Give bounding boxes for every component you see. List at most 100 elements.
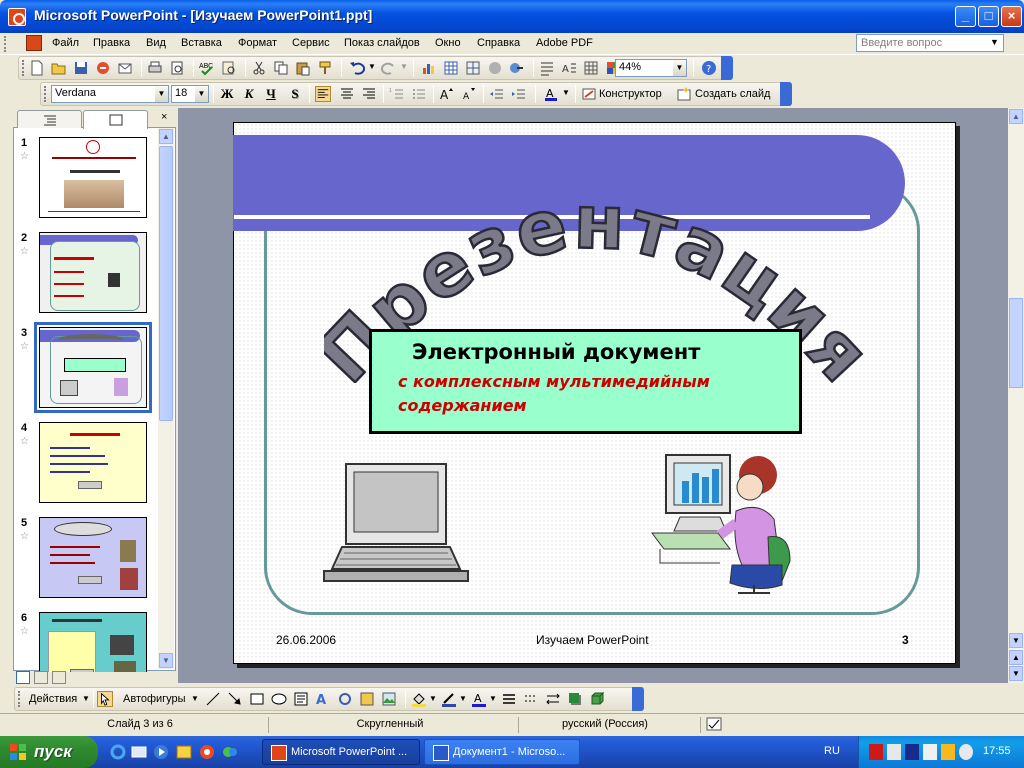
browser-icon[interactable] [199,744,215,760]
menu-insert[interactable]: Вставка [181,37,222,49]
print-preview-icon[interactable] [169,60,185,76]
email-icon[interactable] [117,60,133,76]
ie-icon[interactable] [110,744,126,760]
slide-thumbnail-4[interactable] [39,422,147,503]
draw-font-color-icon[interactable]: A [471,691,487,707]
menu-view[interactable]: Вид [146,37,166,49]
paste-icon[interactable] [295,60,311,76]
help-icon[interactable]: ? [701,60,717,76]
media-player-icon[interactable] [153,744,169,760]
increase-indent-icon[interactable] [511,86,527,102]
thumbnail-row[interactable]: 2 ☆ [13,232,158,327]
open-icon[interactable] [51,60,67,76]
align-right-icon[interactable] [361,86,377,102]
tab-outline[interactable] [17,110,82,128]
fill-color-icon[interactable] [411,691,427,707]
new-slide-button[interactable]: Создать слайд [695,88,770,100]
text-box[interactable]: Электронный документ с комплексным мульт… [369,329,802,434]
fill-dropdown-icon[interactable]: ▼ [429,694,437,703]
font-color2-dropdown-icon[interactable]: ▼ [489,694,497,703]
shadow-button[interactable]: S [285,85,305,103]
bullets-icon[interactable] [411,86,427,102]
redo-dropdown-icon[interactable]: ▼ [400,62,408,71]
desktop-icon[interactable] [131,744,147,760]
format-painter-icon[interactable] [317,60,333,76]
permission-icon[interactable] [95,60,111,76]
antivirus-icon[interactable] [869,744,883,760]
copy-icon[interactable] [273,60,289,76]
close-pane-icon[interactable]: × [161,111,167,123]
select-objects-icon[interactable] [97,691,113,707]
slide-thumbnail-6[interactable] [39,612,147,672]
font-dropdown-icon[interactable]: ▼ [155,86,168,102]
powerpoint-icon[interactable] [8,8,26,26]
tray-app-icon[interactable] [905,744,919,760]
new-slide-icon[interactable] [676,86,692,102]
font-combo[interactable]: Verdana ▼ [51,85,169,103]
toolbar-grip[interactable] [18,691,21,707]
menu-edit[interactable]: Правка [93,37,130,49]
hyperlink-icon[interactable] [509,60,525,76]
arrow-icon[interactable] [227,691,243,707]
thumbnail-row[interactable]: 6 ☆ [13,612,158,672]
zoom-dropdown-icon[interactable]: ▼ [673,60,686,76]
language-indicator[interactable]: RU [824,745,840,757]
line-color-dropdown-icon[interactable]: ▼ [459,694,467,703]
scroll-down-icon[interactable]: ▼ [159,653,173,668]
toolbar-grip[interactable] [22,60,25,76]
toolbar-options-icon[interactable] [721,56,733,80]
menu-adobe-pdf[interactable]: Adobe PDF [536,37,593,49]
menu-tools[interactable]: Сервис [292,37,330,49]
autoshapes-menu[interactable]: Автофигуры [123,693,186,705]
research-icon[interactable] [221,60,237,76]
decrease-indent-icon[interactable] [489,86,505,102]
oval-icon[interactable] [271,691,287,707]
line-color-icon[interactable] [441,691,457,707]
bold-button[interactable]: Ж [217,85,237,103]
textbox-icon[interactable] [293,691,309,707]
undo-icon[interactable] [349,60,365,76]
thumbnail-row[interactable]: 3 ☆ [13,322,158,422]
font-color-dropdown-icon[interactable]: ▼ [562,88,570,97]
font-color-icon[interactable]: A [543,86,559,102]
maximize-button[interactable]: □ [978,6,999,27]
underline-button[interactable]: Ч [261,85,281,103]
toolbar-options-icon[interactable] [632,687,644,711]
insert-table-icon[interactable] [443,60,459,76]
thumbnail-row[interactable]: 4 ☆ [13,422,158,517]
save-icon[interactable] [73,60,89,76]
undo-dropdown-icon[interactable]: ▼ [368,62,376,71]
slide-sorter-icon[interactable] [34,671,48,684]
insert-chart-icon[interactable] [421,60,437,76]
person-computer-clipart[interactable] [650,453,795,595]
slideshow-icon[interactable] [52,671,66,684]
numbering-icon[interactable]: 1 [389,86,405,102]
current-slide[interactable]: Презентация Электронный документ с компл… [233,122,956,664]
rectangle-icon[interactable] [249,691,265,707]
spelling-icon[interactable]: АВС [199,60,215,76]
decrease-font-icon[interactable]: A [461,86,477,102]
scroll-down-icon[interactable]: ▼ [1009,633,1023,648]
ask-question-input[interactable]: Введите вопрос [856,34,1004,52]
insert-picture-icon[interactable] [487,60,503,76]
expand-all-icon[interactable] [539,60,555,76]
minimize-button[interactable]: _ [955,6,976,27]
scroll-up-icon[interactable]: ▲ [1009,109,1023,124]
dash-style-icon[interactable] [523,691,539,707]
line-style-icon[interactable] [501,691,517,707]
3d-style-icon[interactable] [589,691,605,707]
slide-scrollbar[interactable]: ▲ ▼ ▲ ▼ [1008,108,1024,683]
scroll-up-icon[interactable]: ▲ [159,129,173,144]
toolbar-grip[interactable] [44,86,47,102]
align-center-icon[interactable] [339,86,355,102]
next-slide-icon[interactable]: ▼ [1009,666,1023,681]
start-button[interactable]: пуск [0,736,98,768]
tray-app-icon[interactable] [887,744,901,760]
task-word[interactable]: Документ1 - Microso... [424,739,580,765]
menu-slideshow[interactable]: Показ слайдов [344,37,420,49]
menu-window[interactable]: Окно [435,37,461,49]
tab-slides[interactable] [83,110,148,129]
shadow-style-icon[interactable] [567,691,583,707]
actions-dropdown-icon[interactable]: ▼ [82,694,90,703]
title-bar[interactable]: Microsoft PowerPoint - [Изучаем PowerPoi… [0,0,1024,33]
